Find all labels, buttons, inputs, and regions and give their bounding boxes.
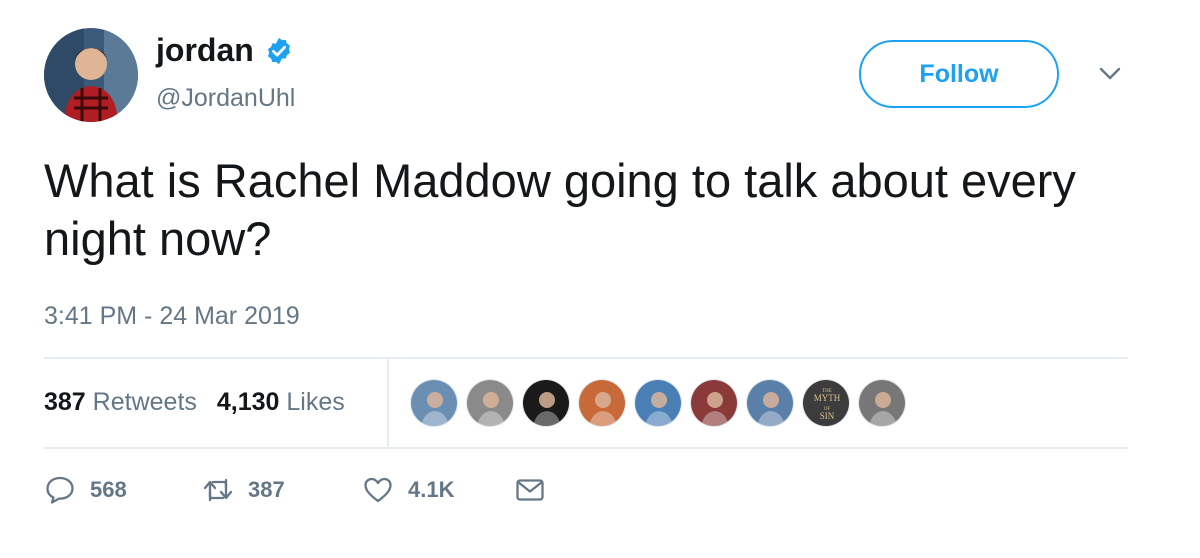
chevron-down-icon[interactable]: [1098, 66, 1122, 82]
user-handle[interactable]: @JordanUhl: [156, 84, 295, 113]
liker-avatar-5[interactable]: [634, 379, 682, 427]
liker-avatar-7[interactable]: [746, 379, 794, 427]
like-action[interactable]: 4.1K: [362, 474, 514, 506]
likers-avatars: THE MYTH OF SIN: [410, 379, 906, 427]
reply-icon: [46, 476, 74, 504]
liker-avatar-9[interactable]: [858, 379, 906, 427]
retweet-icon: [203, 478, 233, 502]
envelope-icon: [516, 479, 544, 501]
svg-text:SIN: SIN: [820, 411, 835, 421]
likes-label: Likes: [286, 388, 345, 416]
likes-count: 4,130: [216, 388, 280, 416]
tweet-stats: 387 Retweets 4,130 Likes: [44, 388, 345, 417]
reply-action[interactable]: 568: [44, 474, 202, 506]
divider: [44, 447, 1128, 449]
stats-divider: [387, 359, 389, 447]
user-name-row[interactable]: jordan: [156, 32, 294, 69]
heart-icon: [364, 477, 392, 503]
liker-avatar-8[interactable]: THE MYTH OF SIN: [802, 379, 850, 427]
display-name[interactable]: jordan: [156, 32, 254, 69]
retweet-count: 387: [248, 477, 285, 502]
tweet-actions: 568 387 4.1K: [44, 474, 546, 506]
retweet-action[interactable]: 387: [202, 474, 362, 506]
liker-avatar-1[interactable]: [410, 379, 458, 427]
retweets-stat[interactable]: 387 Retweets: [44, 388, 197, 417]
reply-count: 568: [90, 477, 127, 502]
tweet-text: What is Rachel Maddow going to talk abou…: [44, 154, 1076, 265]
retweets-label: Retweets: [92, 388, 197, 416]
liker-avatar-4[interactable]: [578, 379, 626, 427]
like-count: 4.1K: [408, 477, 455, 502]
verified-badge-icon: [267, 37, 290, 64]
divider: [44, 357, 1128, 359]
liker-avatar-3[interactable]: [522, 379, 570, 427]
direct-message-action[interactable]: [514, 474, 546, 506]
liker-avatar-2[interactable]: [466, 379, 514, 427]
follow-button[interactable]: Follow: [859, 40, 1059, 108]
svg-text:MYTH: MYTH: [814, 393, 841, 403]
liker-avatar-6[interactable]: [690, 379, 738, 427]
avatar[interactable]: [44, 28, 138, 122]
tweet-timestamp[interactable]: 3:41 PM - 24 Mar 2019: [44, 302, 300, 331]
likes-stat[interactable]: 4,130 Likes: [217, 388, 345, 417]
retweets-count: 387: [44, 388, 86, 416]
